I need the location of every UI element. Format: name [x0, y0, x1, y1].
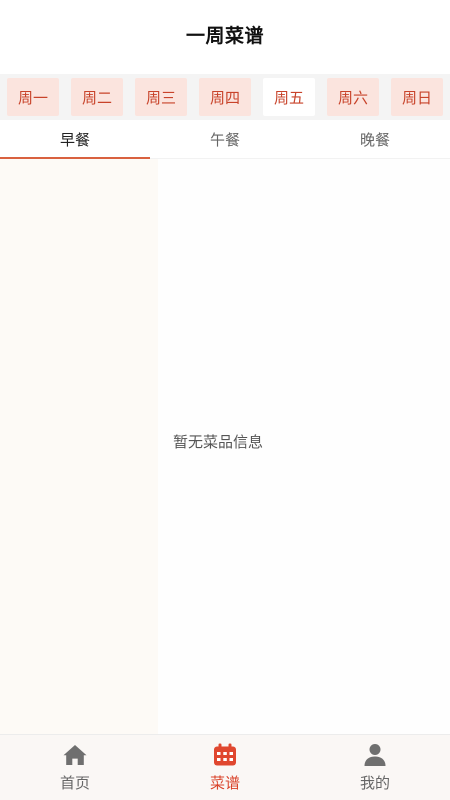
day-tab-tue[interactable]: 周二 [71, 78, 123, 116]
calendar-icon [214, 743, 236, 765]
tab-recipes[interactable]: 菜谱 [150, 735, 300, 800]
category-sidebar[interactable] [0, 159, 158, 735]
header: 一周菜谱 [0, 0, 450, 74]
meal-tab-lunch[interactable]: 午餐 [150, 120, 300, 158]
bottom-tab-bar: 首页 菜谱 我的 [0, 734, 450, 800]
empty-state-text: 暂无菜品信息 [173, 433, 264, 451]
tab-home-label: 首页 [59, 773, 90, 792]
weekday-tabs: 周一 周二 周三 周四 周五 周六 周日 [0, 74, 450, 120]
meal-tabs: 早餐 午餐 晚餐 [0, 120, 450, 159]
day-tab-fri[interactable]: 周五 [263, 78, 315, 116]
page-title: 一周菜谱 [185, 24, 264, 47]
day-tab-mon[interactable]: 周一 [7, 78, 59, 116]
tab-mine-label: 我的 [359, 773, 390, 792]
day-tab-sat[interactable]: 周六 [327, 78, 379, 116]
home-icon [63, 744, 87, 765]
menu-content: 暂无菜品信息 [0, 159, 450, 735]
meal-tab-dinner[interactable]: 晚餐 [300, 120, 450, 158]
day-tab-thu[interactable]: 周四 [199, 78, 251, 116]
tab-mine[interactable]: 我的 [300, 735, 450, 800]
day-tab-wed[interactable]: 周三 [135, 78, 187, 116]
app: 一周菜谱 周一 周二 周三 周四 周五 周六 周日 早餐 午餐 晚餐 暂无菜品信… [0, 0, 450, 800]
tab-recipes-label: 菜谱 [209, 773, 240, 792]
day-tab-sun[interactable]: 周日 [391, 78, 443, 116]
dish-list[interactable]: 暂无菜品信息 [158, 159, 450, 735]
user-icon [364, 743, 386, 766]
meal-tab-breakfast[interactable]: 早餐 [0, 120, 150, 159]
tab-home[interactable]: 首页 [0, 735, 150, 800]
